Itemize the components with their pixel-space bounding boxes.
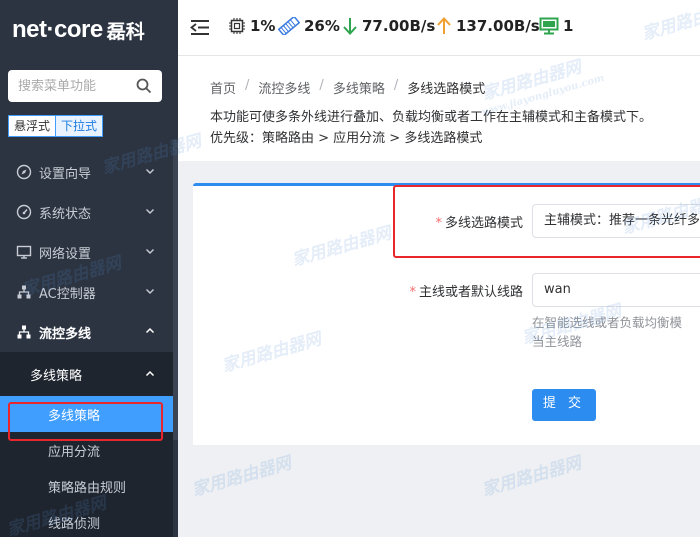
chevron-down-icon <box>146 289 154 294</box>
collapse-menu-icon[interactable] <box>190 19 210 36</box>
chevron-down-icon <box>146 209 154 214</box>
memory-icon <box>278 17 300 35</box>
breadcrumb-home[interactable]: 首页 <box>210 78 236 97</box>
download-speed: 77.00B/s <box>342 17 435 35</box>
watermark: 家用路由器网 <box>479 453 584 501</box>
menu-search-box[interactable] <box>8 70 162 102</box>
menu-search-input[interactable] <box>18 78 128 94</box>
page-description: 本功能可使多条外线进行叠加、负载均衡或者工作在主辅模式和主备模式下。 优先级：策… <box>210 107 700 149</box>
submenu-header-multiline-policy[interactable]: 多线策略 <box>0 352 173 396</box>
logo: net·core 磊科 <box>12 14 145 46</box>
hint-line: 在智能选线或者负载均衡模 <box>532 315 683 330</box>
breadcrumb: 首页 / 流控多线 / 多线策略 / 多线选路模式 <box>210 78 700 97</box>
sidebar-item-ac-controller[interactable]: AC控制器 <box>0 272 173 312</box>
mode-floating-button[interactable]: 悬浮式 <box>8 115 57 137</box>
highlight-box-mode <box>393 185 700 258</box>
hierarchy-icon <box>17 325 31 339</box>
download-value: 77.00B/s <box>362 17 436 35</box>
sidebar-item-label: 设置向导 <box>39 166 92 182</box>
arrow-up-icon <box>437 17 451 34</box>
default-line-select[interactable]: wan <box>532 273 700 307</box>
chevron-up-icon <box>145 370 155 377</box>
line-label-row: * 主线或者默认线路 <box>373 281 523 300</box>
mode-dropdown-button[interactable]: 下拉式 <box>55 115 104 137</box>
breadcrumb-flow-control[interactable]: 流控多线 <box>258 78 310 97</box>
breadcrumb-separator: / <box>245 78 250 93</box>
priority-line: 优先级：策略路由 > 应用分流 > 多线选路模式 <box>210 131 483 146</box>
sidebar-menu: 设置向导 系统状态 网络设置 AC控制器 流控多线 多线策略 多线策略 应用分流… <box>0 152 173 537</box>
devices-value: 1 <box>563 17 574 35</box>
upload-value: 137.00B/s <box>456 17 540 35</box>
logo-cn: 磊科 <box>106 20 145 43</box>
breadcrumb-multiline-policy[interactable]: 多线策略 <box>333 78 385 97</box>
line-label: * 主线或者默认线路 <box>409 281 523 300</box>
breadcrumb-separator: / <box>319 78 324 93</box>
search-icon[interactable] <box>136 78 152 94</box>
submenu-header-label: 多线策略 <box>30 368 83 384</box>
sidebar-scrollbar-thumb[interactable] <box>173 140 178 440</box>
sidebar-item-label: 流控多线 <box>39 326 92 342</box>
breadcrumb-separator: / <box>393 78 399 93</box>
monitor-icon <box>16 245 32 259</box>
monitor-icon <box>539 17 559 35</box>
sidebar-scrollbar[interactable] <box>173 140 178 537</box>
required-mark: * <box>409 285 416 300</box>
sidebar-item-label: AC控制器 <box>39 286 96 302</box>
compass-icon <box>16 164 32 180</box>
cpu-icon <box>229 18 245 34</box>
memory-usage: 26% <box>278 17 340 35</box>
page-header: 首页 / 流控多线 / 多线策略 / 多线选路模式 本功能可使多条外线进行叠加、… <box>178 56 700 161</box>
sidebar-item-flow-control[interactable]: 流控多线 <box>0 312 173 352</box>
chevron-up-icon <box>145 327 155 334</box>
connected-devices: 1 <box>539 17 573 35</box>
sidebar: net·core 磊科 悬浮式 下拉式 设置向导 系统状态 网络设置 <box>0 0 178 537</box>
submenu-item-line-detection[interactable]: 线路侦测 <box>0 504 173 537</box>
memory-value: 26% <box>304 17 340 35</box>
cpu-usage: 1% <box>228 17 275 35</box>
watermark: 家用路由器网 <box>189 453 294 501</box>
sidebar-item-label: 网络设置 <box>39 246 92 262</box>
submit-button[interactable]: 提 交 <box>532 389 596 421</box>
description-line: 本功能可使多条外线进行叠加、负载均衡或者工作在主辅模式和主备模式下。 <box>210 110 653 125</box>
line-hint: 在智能选线或者负载均衡模 当主线路 <box>532 313 682 351</box>
highlight-box-menu <box>8 402 163 441</box>
arrow-down-icon <box>343 18 357 35</box>
sidebar-item-setup-wizard[interactable]: 设置向导 <box>0 152 173 192</box>
line-label-text: 主线或者默认线路 <box>418 285 523 300</box>
breadcrumb-current: 多线选路模式 <box>407 82 486 97</box>
network-icon <box>17 285 31 299</box>
sidebar-item-system-status[interactable]: 系统状态 <box>0 192 173 232</box>
gauge-icon <box>16 204 32 220</box>
submenu-item-policy-route-rules[interactable]: 策略路由规则 <box>0 468 173 504</box>
upload-speed: 137.00B/s <box>436 17 540 35</box>
sidebar-item-label: 系统状态 <box>39 206 92 222</box>
chevron-down-icon <box>146 169 154 174</box>
hint-line: 当主线路 <box>532 334 583 349</box>
top-status-bar: 1% 26% 77.00B/s 137.00B/s 1 <box>178 0 700 56</box>
logo-text: net·core <box>12 16 103 43</box>
menu-mode-toggle: 悬浮式 下拉式 <box>8 115 104 137</box>
submenu: 多线策略 多线策略 应用分流 策略路由规则 线路侦测 <box>0 352 173 537</box>
sidebar-item-network-settings[interactable]: 网络设置 <box>0 232 173 272</box>
chevron-down-icon <box>146 249 154 254</box>
cpu-value: 1% <box>250 17 276 35</box>
